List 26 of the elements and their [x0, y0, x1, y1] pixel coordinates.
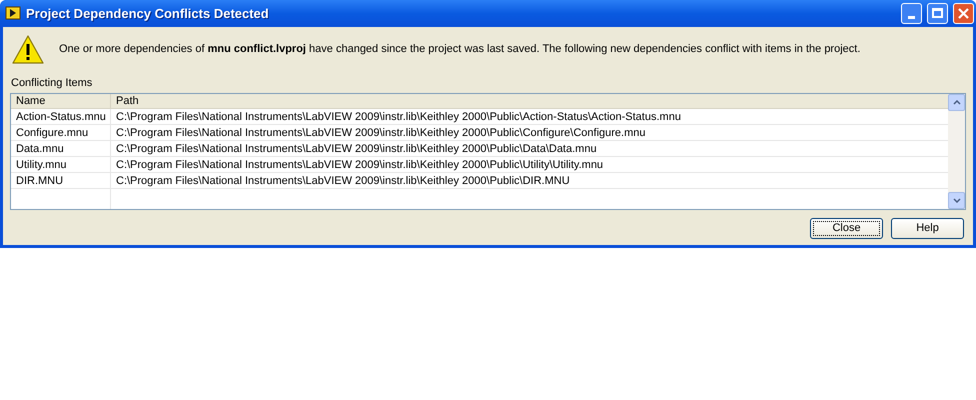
dialog-button[interactable]: Close — [810, 218, 883, 239]
table-cell-text: C:\Program Files\National Instruments\LabVIEW 2009\instr.lib\Keithley 2000\Public\Configure\Configure.mnu — [115, 126, 646, 140]
message-text: One or more dependencies of mnu conflict.lvproj have changed since the project was last saved. The following new dependencies conflict with items in the project. — [59, 42, 860, 58]
table-cell-text: C:\Program Files\National Instruments\LabVIEW 2009\instr.lib\Keithley 2000\Public\Data\Data.mnu — [115, 142, 598, 156]
table-cell: Action-Status.mnu — [11, 109, 111, 124]
table-cell-text: C:\Program Files\National Instruments\LabVIEW 2009\instr.lib\Keithley 2000\Public\DIR.MNU — [115, 174, 571, 188]
warning-icon — [12, 34, 44, 64]
scroll-down-icon[interactable] — [948, 192, 965, 209]
dialog-button[interactable]: Help — [891, 218, 964, 239]
table-cell-text: C:\Program Files\National Instruments\LabVIEW 2009\instr.lib\Keithley 2000\Public\Action-Status\Action-Status.mnu — [115, 110, 682, 124]
scroll-up-icon[interactable] — [948, 94, 965, 111]
scrollbar[interactable] — [948, 94, 965, 209]
app-icon — [5, 5, 21, 22]
table-cell: Utility.mnu — [11, 157, 111, 172]
list-label: Conflicting Items — [11, 76, 94, 90]
maximize-button[interactable] — [927, 2, 948, 24]
close-icon — [958, 8, 969, 19]
minimize-button[interactable] — [901, 2, 922, 24]
column-header[interactable]: Path — [111, 94, 948, 108]
column-header[interactable]: Name — [11, 94, 111, 108]
table-cell-text: C:\Program Files\National Instruments\LabVIEW 2009\instr.lib\Keithley 2000\Public\Utility\Utility.mnu — [115, 158, 604, 172]
table-cell: Data.mnu — [11, 141, 111, 156]
close-button[interactable] — [953, 2, 974, 24]
table-cell: Configure.mnu — [11, 125, 111, 140]
table-cell: DIR.MNU — [11, 173, 111, 188]
window-title: Project Dependency Conflicts Detected — [26, 4, 270, 23]
